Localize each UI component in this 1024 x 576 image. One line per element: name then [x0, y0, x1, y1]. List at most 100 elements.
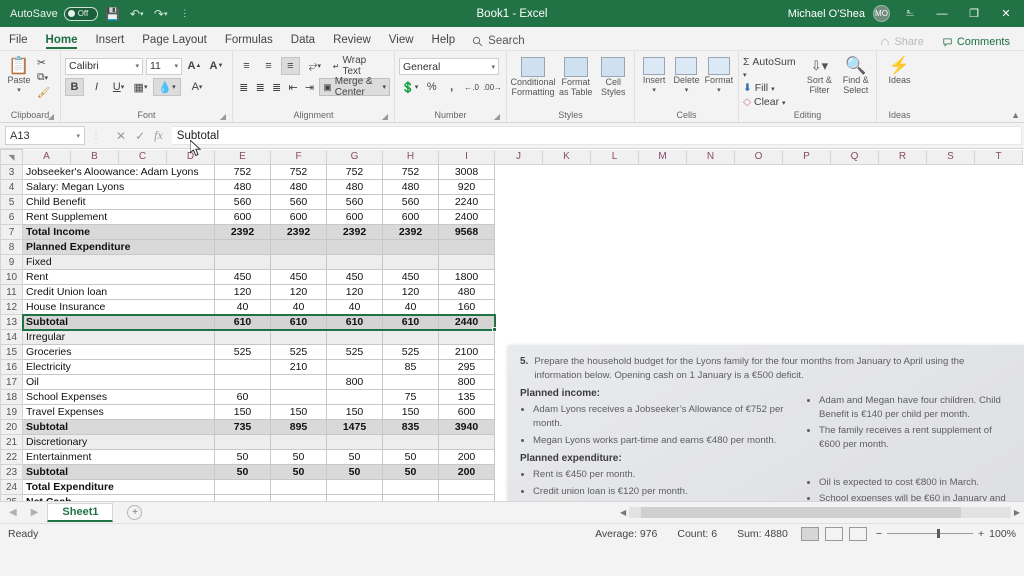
alignment-dialog-launcher[interactable]: ◢ [382, 112, 388, 121]
empty-cell[interactable] [830, 299, 879, 315]
data-cell[interactable]: 2392 [326, 224, 383, 240]
empty-cell[interactable] [686, 314, 735, 330]
fill-button[interactable]: ⬇ Fill ▾ [743, 82, 799, 94]
data-cell[interactable]: 2392 [382, 224, 439, 240]
formula-input[interactable]: Subtotal [171, 126, 1022, 145]
table-row[interactable]: 10 Rent 450 450 450 450 1800 [0, 269, 1023, 285]
empty-cell[interactable] [830, 254, 879, 270]
insert-function-icon[interactable]: fx [154, 128, 163, 143]
col-header-A[interactable]: A [22, 149, 71, 165]
empty-cell[interactable] [494, 179, 543, 195]
empty-cell[interactable] [542, 314, 591, 330]
empty-cell[interactable] [734, 269, 783, 285]
quick-access-more-icon[interactable]: ⋮ [176, 5, 194, 23]
row-label-cell[interactable]: Subtotal [22, 419, 215, 435]
data-cell[interactable] [326, 359, 383, 375]
table-row[interactable]: 12 House Insurance 40 40 40 40 160 [0, 299, 1023, 315]
minimize-button[interactable]: — [930, 4, 954, 24]
row-label-cell[interactable]: School Expenses [22, 389, 215, 405]
data-cell[interactable]: 610 [270, 314, 327, 330]
empty-cell[interactable] [542, 269, 591, 285]
spreadsheet-grid[interactable]: ◥ A B C D E F G H I J K L M N O P Q R S … [0, 149, 1024, 501]
empty-cell[interactable] [542, 194, 591, 210]
empty-cell[interactable] [734, 299, 783, 315]
bold-button[interactable]: B [65, 78, 84, 96]
conditional-formatting-button[interactable]: Conditional Formatting [510, 55, 556, 98]
empty-cell[interactable] [542, 329, 591, 345]
restore-button[interactable]: ❐ [962, 4, 986, 24]
data-cell[interactable]: 600 [214, 209, 271, 225]
zoom-slider-handle[interactable] [937, 529, 940, 538]
col-header-C[interactable]: C [118, 149, 167, 165]
row-label-cell[interactable]: Entertainment [22, 449, 215, 465]
empty-cell[interactable] [686, 194, 735, 210]
row-header[interactable]: 10 [0, 269, 23, 285]
empty-cell[interactable] [542, 254, 591, 270]
data-cell[interactable]: 150 [270, 404, 327, 420]
data-cell[interactable]: 450 [326, 269, 383, 285]
table-row[interactable]: 13 Subtotal 610 610 610 610 2440 [0, 314, 1023, 330]
data-cell[interactable]: 610 [214, 314, 271, 330]
data-cell[interactable]: 600 [326, 209, 383, 225]
empty-cell[interactable] [734, 194, 783, 210]
empty-cell[interactable] [494, 314, 543, 330]
normal-view-icon[interactable] [800, 526, 819, 541]
table-row[interactable]: 4 Salary: Megan Lyons 480 480 480 480 920 [0, 179, 1023, 195]
empty-cell[interactable] [782, 179, 831, 195]
ribbon-display-options-icon[interactable]: ⎁ [898, 4, 922, 24]
empty-cell[interactable] [686, 269, 735, 285]
data-cell[interactable]: 610 [382, 314, 439, 330]
font-dialog-launcher[interactable]: ◢ [220, 112, 226, 121]
data-cell[interactable] [326, 239, 383, 255]
row-label-cell[interactable]: Discretionary [22, 434, 215, 450]
shrink-font-icon[interactable]: A ▼ [207, 57, 226, 75]
empty-cell[interactable] [974, 269, 1023, 285]
empty-cell[interactable] [782, 329, 831, 345]
data-cell[interactable]: 752 [270, 164, 327, 180]
ideas-button[interactable]: ⚡ Ideas [881, 55, 918, 86]
data-cell[interactable]: 40 [326, 299, 383, 315]
empty-cell[interactable] [830, 269, 879, 285]
empty-cell[interactable] [830, 179, 879, 195]
tab-data[interactable]: Data [282, 31, 324, 50]
data-cell[interactable] [438, 239, 495, 255]
data-cell[interactable]: 525 [382, 344, 439, 360]
empty-cell[interactable] [974, 164, 1023, 180]
empty-cell[interactable] [734, 179, 783, 195]
empty-cell[interactable] [734, 254, 783, 270]
row-label-cell[interactable]: Groceries [22, 344, 215, 360]
empty-cell[interactable] [782, 269, 831, 285]
data-cell[interactable]: 50 [270, 464, 327, 480]
empty-cell[interactable] [878, 179, 927, 195]
data-cell[interactable] [214, 254, 271, 270]
empty-cell[interactable] [686, 209, 735, 225]
data-cell[interactable]: 920 [438, 179, 495, 195]
empty-cell[interactable] [782, 254, 831, 270]
empty-cell[interactable] [878, 194, 927, 210]
empty-cell[interactable] [782, 284, 831, 300]
empty-cell[interactable] [590, 299, 639, 315]
redo-icon[interactable]: ↷ ▾ [152, 5, 170, 23]
previous-sheet-icon[interactable]: ◀ [4, 507, 22, 518]
empty-cell[interactable] [974, 314, 1023, 330]
empty-cell[interactable] [782, 209, 831, 225]
data-cell[interactable]: 120 [270, 284, 327, 300]
empty-cell[interactable] [878, 209, 927, 225]
number-dialog-launcher[interactable]: ◢ [494, 112, 500, 121]
empty-cell[interactable] [542, 299, 591, 315]
cut-icon[interactable]: ✂ [37, 57, 50, 69]
data-cell[interactable]: 200 [438, 449, 495, 465]
data-cell[interactable]: 752 [326, 164, 383, 180]
empty-cell[interactable] [878, 254, 927, 270]
row-label-cell[interactable]: Child Benefit [22, 194, 215, 210]
row-header[interactable]: 23 [0, 464, 23, 480]
data-cell[interactable]: 610 [326, 314, 383, 330]
row-header[interactable]: 22 [0, 449, 23, 465]
col-header-F[interactable]: F [270, 149, 327, 165]
empty-cell[interactable] [686, 239, 735, 255]
empty-cell[interactable] [638, 164, 687, 180]
col-header-N[interactable]: N [686, 149, 735, 165]
row-header[interactable]: 24 [0, 479, 23, 495]
merge-center-button[interactable]: ▣ Merge & Center ▾ [319, 76, 391, 98]
data-cell[interactable]: 75 [382, 389, 439, 405]
